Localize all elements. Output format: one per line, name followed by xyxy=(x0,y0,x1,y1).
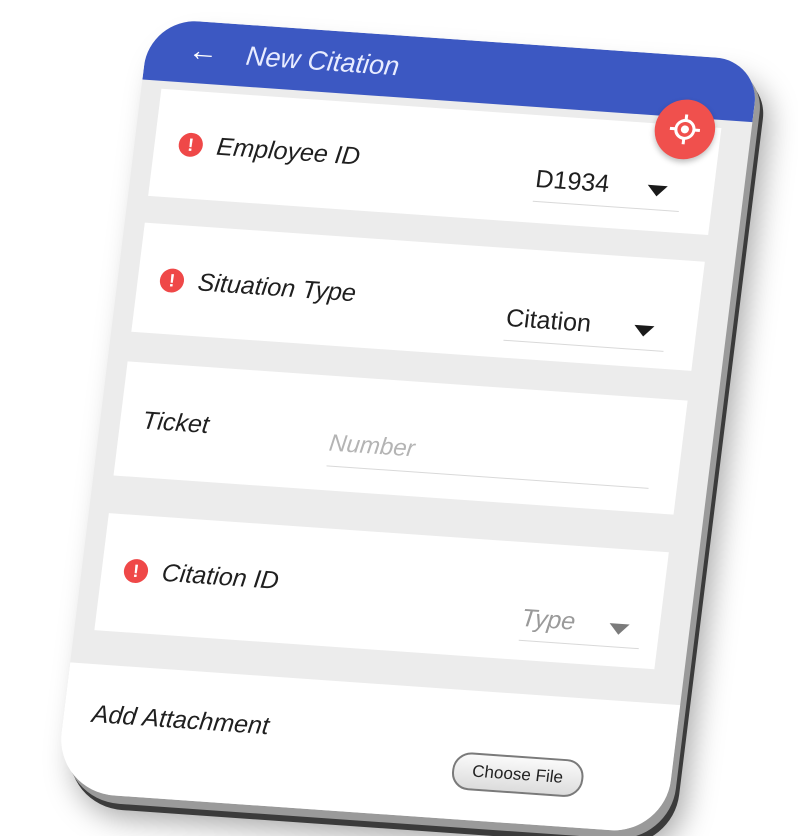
page-title: New Citation xyxy=(244,40,402,82)
dropdown-caret-icon xyxy=(608,623,630,636)
required-error-icon: ! xyxy=(158,267,186,294)
required-error-icon: ! xyxy=(177,132,205,158)
add-attachment-label: Add Attachment xyxy=(90,700,271,741)
situation-type-value: Citation xyxy=(504,304,593,338)
situation-type-label: Situation Type xyxy=(196,268,358,308)
dropdown-caret-icon xyxy=(633,324,655,338)
situation-type-select[interactable]: Citation xyxy=(503,300,669,352)
ticket-card: Ticket Number xyxy=(113,361,688,515)
required-error-icon: ! xyxy=(122,558,150,584)
ticket-number-placeholder: Number xyxy=(327,429,417,463)
ticket-label: Ticket xyxy=(140,406,211,440)
situation-type-card: ! Situation Type Citation xyxy=(131,222,705,371)
dropdown-caret-icon xyxy=(646,184,668,198)
employee-id-value: D1934 xyxy=(533,165,611,198)
ticket-number-input[interactable]: Number xyxy=(326,425,654,489)
citation-id-placeholder: Type xyxy=(519,604,577,636)
citation-id-card: ! Citation ID Type xyxy=(94,513,669,670)
arrow-back-icon[interactable]: ← xyxy=(186,31,221,73)
attachment-card: Add Attachment Choose File xyxy=(54,662,681,834)
choose-file-button[interactable]: Choose File xyxy=(449,751,586,799)
location-target-icon xyxy=(669,114,701,145)
employee-id-select[interactable]: D1934 xyxy=(532,161,684,212)
employee-id-label: Employee ID xyxy=(215,132,362,171)
citation-id-label: Citation ID xyxy=(160,558,281,595)
citation-id-select[interactable]: Type xyxy=(518,600,644,650)
phone-screen: ← New Citation ! Employee ID D1934 ! Sit… xyxy=(54,18,761,834)
